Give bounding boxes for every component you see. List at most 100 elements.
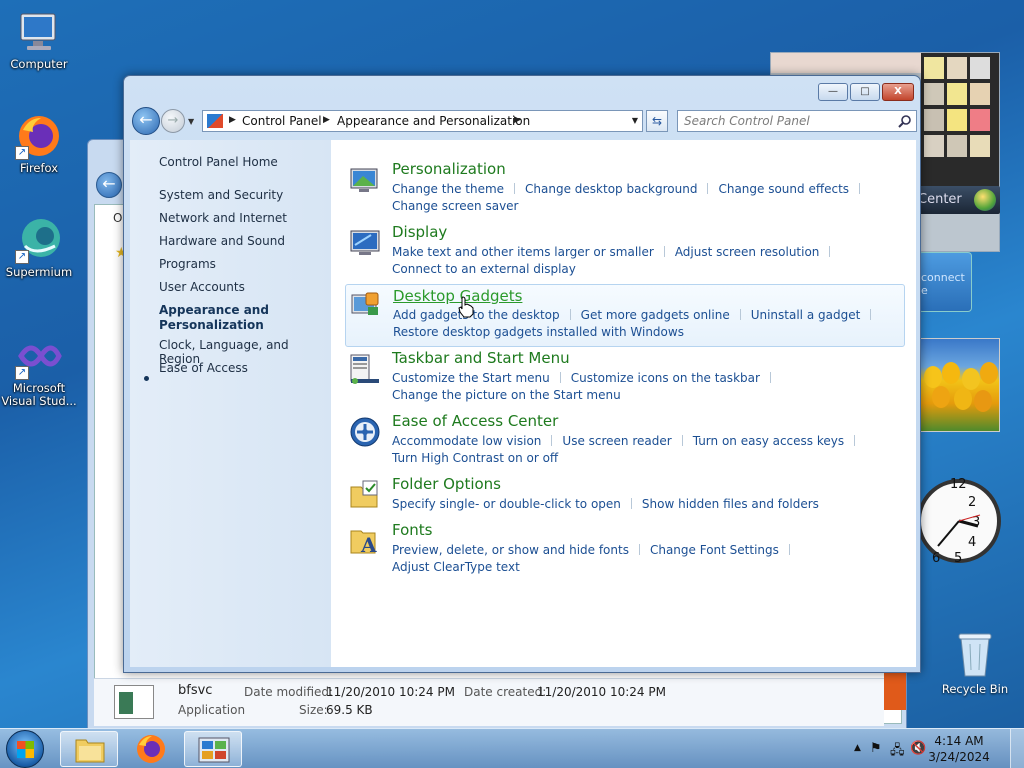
breadcrumb-separator-icon[interactable]: ▶ <box>229 115 236 125</box>
media-center-gadget[interactable]: Center <box>916 186 1000 214</box>
desktop-icon-firefox[interactable]: ↗ Firefox <box>0 112 78 175</box>
folder-options-icon <box>350 480 378 508</box>
clock-time[interactable]: 4:14 AM <box>924 734 994 748</box>
link-restore-desktop-gadgets[interactable]: Restore desktop gadgets installed with W… <box>393 325 684 339</box>
clock-date[interactable]: 3/24/2024 <box>924 750 994 764</box>
link-get-more-gadgets-online[interactable]: Get more gadgets online <box>581 308 730 322</box>
address-bar[interactable]: ▶ Control Panel ▶ Appearance and Persona… <box>202 110 643 132</box>
firefox-icon <box>137 735 165 763</box>
control-panel-icon <box>207 114 223 128</box>
desktop-icon-supermium[interactable]: ↗ Supermium <box>0 216 78 279</box>
desktop-icon-computer[interactable]: Computer <box>0 8 78 71</box>
taskbar-control-panel[interactable] <box>184 731 242 767</box>
desktop-icon-recycle-bin[interactable]: Recycle Bin <box>940 630 1010 696</box>
link-add-gadgets[interactable]: Add gadgets to the desktop <box>393 308 560 322</box>
desktop-icon-label: Computer <box>10 57 68 71</box>
desktop-icon-label: Microsoft Visual Stud... <box>1 381 77 408</box>
link-accommodate-low-vision[interactable]: Accommodate low vision <box>392 434 541 448</box>
link-high-contrast[interactable]: Turn High Contrast on or off <box>392 451 558 465</box>
sidebar-item-hardware-sound[interactable]: Hardware and Sound <box>159 234 285 248</box>
start-button[interactable] <box>6 730 44 768</box>
system-tray: ▲ ⚑ 🖧 🔇 4:14 AM 3/24/2024 <box>834 729 1024 768</box>
close-button[interactable]: X <box>882 83 914 101</box>
control-panel-window[interactable]: — □ X ← → ▼ ▶ Control Panel ▶ Appearance… <box>123 75 921 673</box>
windows-orb-icon <box>974 189 996 211</box>
sidebar-item-appearance-personalization[interactable]: Appearance and Personalization <box>159 303 269 333</box>
link-text-larger-smaller[interactable]: Make text and other items larger or smal… <box>392 245 654 259</box>
size-value: 69.5 KB <box>326 703 373 717</box>
analog-clock-icon: 12 2 3 4 5 6 <box>917 477 1001 566</box>
folder-icon <box>75 739 105 763</box>
category-links: Specify single- or double-click to open S… <box>392 496 902 513</box>
photo-gadget-tulips[interactable] <box>918 338 1000 432</box>
svg-text:12: 12 <box>950 477 967 492</box>
taskbar-windows-explorer[interactable] <box>60 731 118 767</box>
personalization-icon <box>350 168 378 192</box>
breadcrumb-separator-icon[interactable]: ▶ <box>514 115 521 125</box>
link-easy-access-keys[interactable]: Turn on easy access keys <box>693 434 844 448</box>
recent-pages-dropdown[interactable]: ▼ <box>188 117 194 126</box>
link-customize-start-menu[interactable]: Customize the Start menu <box>392 371 550 385</box>
link-adjust-screen-resolution[interactable]: Adjust screen resolution <box>675 245 820 259</box>
taskbar-firefox[interactable] <box>122 731 180 767</box>
breadcrumb-control-panel[interactable]: Control Panel <box>242 114 322 128</box>
link-change-font-settings[interactable]: Change Font Settings <box>650 543 779 557</box>
desktop-icon-visual-studio[interactable]: ↗ Microsoft Visual Stud... <box>0 332 78 408</box>
back-arrow-icon[interactable]: ← <box>96 172 122 198</box>
link-show-hidden-files[interactable]: Show hidden files and folders <box>642 497 819 511</box>
category-title[interactable]: Ease of Access Center <box>392 412 558 430</box>
link-connect-external-display[interactable]: Connect to an external display <box>392 262 576 276</box>
address-dropdown-icon[interactable]: ▼ <box>632 116 638 125</box>
shortcut-arrow-icon: ↗ <box>15 146 29 160</box>
link-uninstall-gadget[interactable]: Uninstall a gadget <box>751 308 861 322</box>
category-title[interactable]: Fonts <box>392 521 432 539</box>
refresh-button[interactable]: ⇆ <box>646 110 668 132</box>
search-icon[interactable] <box>898 114 912 128</box>
display-icon <box>350 230 380 255</box>
link-change-screen-saver[interactable]: Change screen saver <box>392 199 519 213</box>
breadcrumb-separator-icon[interactable]: ▶ <box>323 115 330 125</box>
back-button[interactable]: ← <box>132 107 160 135</box>
forward-button[interactable]: → <box>161 109 185 133</box>
connect-gadget[interactable]: connect e <box>918 252 972 312</box>
application-file-icon <box>114 685 154 719</box>
link-change-desktop-background[interactable]: Change desktop background <box>525 182 697 196</box>
category-title[interactable]: Personalization <box>392 160 506 178</box>
maximize-button[interactable]: □ <box>850 83 880 101</box>
link-customize-taskbar-icons[interactable]: Customize icons on the taskbar <box>571 371 760 385</box>
link-use-screen-reader[interactable]: Use screen reader <box>562 434 671 448</box>
sidebar-item-network-internet[interactable]: Network and Internet <box>159 211 287 225</box>
category-links: Change the theme Change desktop backgroun… <box>392 181 902 215</box>
show-desktop-button[interactable] <box>1010 729 1024 768</box>
svg-text:2: 2 <box>968 495 976 510</box>
search-box[interactable] <box>677 110 917 132</box>
category-title[interactable]: Display <box>392 223 447 241</box>
sidebar-control-panel-home[interactable]: Control Panel Home <box>159 155 278 169</box>
link-change-sound-effects[interactable]: Change sound effects <box>718 182 849 196</box>
link-adjust-cleartype[interactable]: Adjust ClearType text <box>392 560 520 574</box>
sidebar-item-system-security[interactable]: System and Security <box>159 188 283 202</box>
category-display: Display Make text and other items larger… <box>345 223 905 281</box>
computer-icon <box>15 8 63 56</box>
link-preview-fonts[interactable]: Preview, delete, or show and hide fonts <box>392 543 629 557</box>
sidebar-item-ease-of-access[interactable]: Ease of Access <box>159 361 248 375</box>
details-pane: bfsvc Application Date modified: 11/20/2… <box>94 678 884 726</box>
category-title[interactable]: Folder Options <box>392 475 501 493</box>
breadcrumb-appearance[interactable]: Appearance and Personalization <box>337 114 530 128</box>
action-center-flag-icon[interactable]: ⚑ <box>870 741 882 756</box>
link-change-theme[interactable]: Change the theme <box>392 182 504 196</box>
network-icon[interactable]: 🖧 <box>890 741 905 763</box>
show-hidden-icons-icon[interactable]: ▲ <box>854 743 861 753</box>
category-title[interactable]: Taskbar and Start Menu <box>392 349 570 367</box>
search-input[interactable] <box>678 111 888 131</box>
link-change-start-menu-picture[interactable]: Change the picture on the Start menu <box>392 388 621 402</box>
minimize-button[interactable]: — <box>818 83 848 101</box>
sidebar-item-user-accounts[interactable]: User Accounts <box>159 280 245 294</box>
windows-logo-icon <box>17 741 34 758</box>
sidebar-item-programs[interactable]: Programs <box>159 257 216 271</box>
svg-text:A: A <box>360 533 377 557</box>
category-links: Accommodate low vision Use screen reader T… <box>392 433 902 467</box>
clock-gadget[interactable]: 12 2 3 4 5 6 <box>916 458 1002 584</box>
link-single-double-click[interactable]: Specify single- or double-click to open <box>392 497 621 511</box>
category-desktop-gadgets: Desktop Gadgets Add gadgets to the deskt… <box>345 284 905 347</box>
